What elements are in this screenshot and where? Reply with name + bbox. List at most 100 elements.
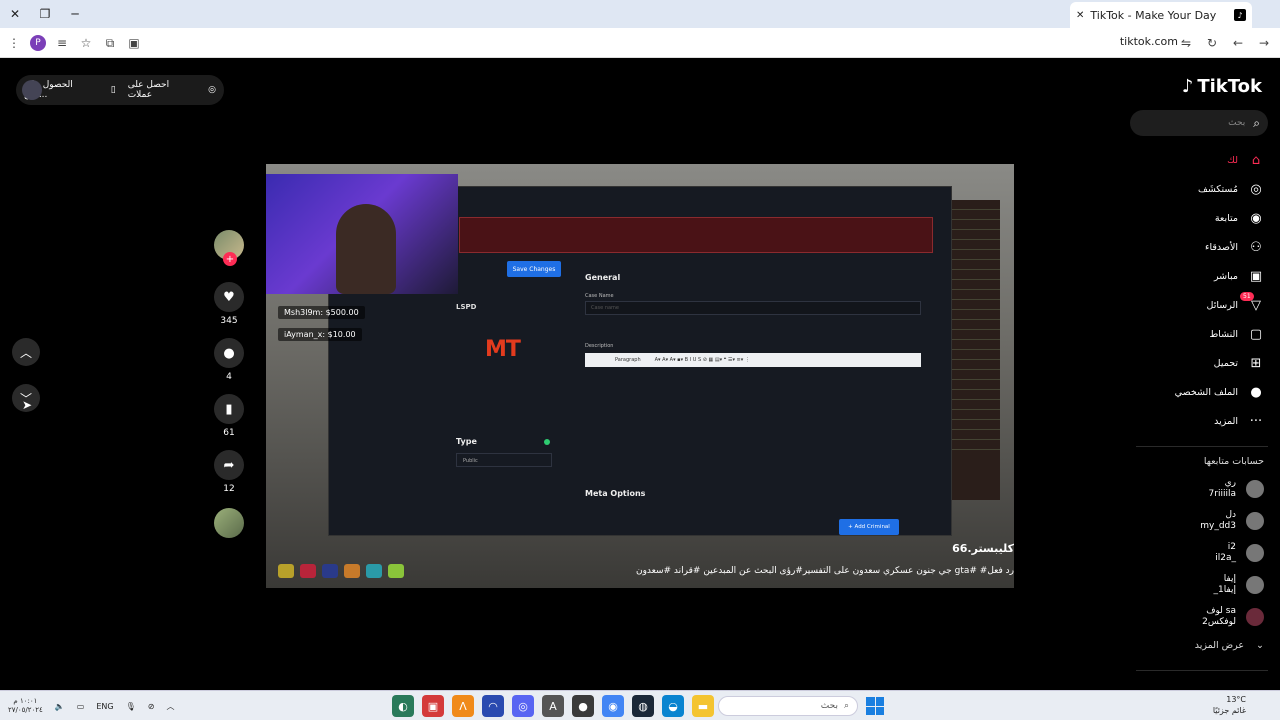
- type-select: Public: [456, 453, 552, 467]
- search-icon[interactable]: ⌕: [1253, 116, 1260, 131]
- following-accounts-title: حسابات متابعها: [1203, 456, 1264, 467]
- sidebar-item-upload[interactable]: تحميل ⊞: [1144, 349, 1264, 378]
- action-bar: + ♥ 345 ● 4 ▮ 61 ➦ 12: [212, 230, 246, 538]
- minimize-window-icon[interactable]: ─: [60, 0, 90, 28]
- menu-dots-icon[interactable]: ⋮: [6, 35, 22, 51]
- coins-promo-bar: الحصول على التن... ▯ احصل على عملات ◎: [16, 75, 224, 105]
- browser-tab-tiktok[interactable]: ✕ TikTok - Make Your Day ♪: [1070, 2, 1252, 28]
- sidebar-item-profile[interactable]: الملف الشخصي ●: [1144, 378, 1264, 407]
- more-icon: ···: [1249, 414, 1263, 429]
- illustrator-app-icon[interactable]: Λ: [452, 695, 474, 717]
- department-label: LSPD: [456, 303, 477, 311]
- file-explorer-icon[interactable]: ▬: [692, 695, 714, 717]
- account-name: i2: [1227, 542, 1236, 552]
- share-count: 12: [223, 484, 235, 494]
- status-dot: [544, 439, 550, 445]
- account-item[interactable]: لوف sa 2لوفكس: [1124, 606, 1264, 628]
- sidebar-item-for-you[interactable]: لك ⌂: [1144, 146, 1264, 175]
- activity-icon: ▢: [1249, 327, 1263, 342]
- account-item[interactable]: إيفا _إيفا1: [1124, 574, 1264, 596]
- promo-coins-link[interactable]: احصل على عملات: [128, 80, 196, 100]
- editor-toolbar: Paragraph A▾ A▾ A▾ ▪▾ B I U S ⊘ ▦ ▤▾ ❝ ☰▾…: [585, 353, 921, 367]
- bookmark-icon[interactable]: ▮: [214, 394, 244, 424]
- sidebar-item-more[interactable]: المزيد ···: [1144, 407, 1264, 436]
- comment-icon[interactable]: ●: [214, 338, 244, 368]
- tiktok-logo[interactable]: ♪ TikTok: [1182, 76, 1262, 97]
- edge-icon[interactable]: ◒: [662, 695, 684, 717]
- reload-icon[interactable]: ↻: [1204, 36, 1220, 50]
- account-name: دل: [1225, 510, 1236, 520]
- extensions-icon[interactable]: ⧉: [102, 35, 118, 51]
- close-window-icon[interactable]: ✕: [0, 0, 30, 28]
- messages-icon: ▽ 51: [1240, 291, 1264, 314]
- live-icon: ▣: [1249, 269, 1263, 284]
- edge-profile-app-icon[interactable]: ◐: [392, 695, 414, 717]
- sidebar-item-friends[interactable]: الأصدقاء ⚇: [1144, 233, 1264, 262]
- music-disc-icon[interactable]: [214, 508, 244, 538]
- collections-icon[interactable]: ▣: [126, 35, 142, 51]
- like-heart-icon[interactable]: ♥: [214, 282, 244, 312]
- site-settings-icon[interactable]: ⇋: [1178, 36, 1194, 50]
- chrome-icon[interactable]: ◉: [602, 695, 624, 717]
- restore-window-icon[interactable]: ❐: [30, 0, 60, 28]
- see-more-button[interactable]: عرض المزيد ⌄: [1195, 640, 1264, 651]
- sidebar-item-following[interactable]: متابعة ◉: [1144, 204, 1264, 233]
- tray-chevron-up-icon[interactable]: ︿: [166, 701, 174, 712]
- previous-video-chevron-up-icon[interactable]: ︿: [12, 338, 40, 366]
- description-label: Description: [585, 343, 614, 349]
- creator-avatar[interactable]: +: [214, 230, 244, 266]
- profile-avatar[interactable]: P: [30, 35, 46, 51]
- reading-list-icon[interactable]: ≡: [54, 35, 70, 51]
- a-app-icon[interactable]: A: [542, 695, 564, 717]
- account-item[interactable]: دل my_dd3: [1124, 510, 1264, 532]
- video-author[interactable]: كليبستر.66: [952, 542, 1014, 555]
- game-scoreboard: [952, 200, 1000, 500]
- headset-app-icon[interactable]: ◠: [482, 695, 504, 717]
- close-tab-icon[interactable]: ✕: [1076, 10, 1084, 21]
- account-name: إيفا: [1223, 574, 1236, 584]
- search-input[interactable]: بحث ⌕: [1130, 110, 1268, 136]
- follow-plus-icon[interactable]: +: [223, 252, 237, 266]
- account-item[interactable]: ري 7riiiila: [1124, 478, 1264, 500]
- avatar: [1246, 480, 1264, 498]
- forward-arrow-icon[interactable]: →: [1256, 36, 1272, 50]
- clock-time: ١٠:٠١ م: [13, 697, 38, 705]
- steam-icon[interactable]: ◍: [632, 695, 654, 717]
- recorder-app-icon[interactable]: ▣: [422, 695, 444, 717]
- discord-icon[interactable]: ◎: [512, 695, 534, 717]
- url-field[interactable]: tiktok.com: [1120, 35, 1178, 48]
- friends-icon: ⚇: [1250, 240, 1262, 255]
- sidebar-item-messages[interactable]: الرسائل ▽ 51: [1144, 291, 1264, 320]
- notifications-off-icon[interactable]: ⊘: [148, 702, 155, 711]
- streamer: [336, 204, 396, 294]
- share-arrow-icon[interactable]: ➦: [214, 450, 244, 480]
- meta-options-heading: Meta Options: [585, 489, 646, 498]
- clock[interactable]: ١٠:٠١ م ٢٧/٠٥/٢٠٢٤: [8, 697, 43, 715]
- video-player[interactable]: Save Changes LSPD MT General Case Name C…: [266, 164, 1014, 588]
- account-item[interactable]: i2 il2a_: [1124, 542, 1264, 564]
- save-changes-button: Save Changes: [507, 261, 561, 277]
- sidebar-item-explore[interactable]: مُستكشَف ◎: [1144, 175, 1264, 204]
- account-handle: _إيفا1: [1213, 585, 1236, 595]
- windows-start-icon[interactable]: [866, 697, 884, 715]
- webcam-overlay: [266, 174, 458, 294]
- see-more-label: عرض المزيد: [1194, 640, 1245, 651]
- network-icon[interactable]: ▭: [77, 702, 85, 711]
- favorite-star-icon[interactable]: ☆: [78, 35, 94, 51]
- clock-date: ٢٧/٠٥/٢٠٢٤: [8, 706, 43, 714]
- messages-badge: 51: [1240, 291, 1254, 301]
- weather-widget[interactable]: 13°C غائم جزئيًا: [1213, 694, 1246, 716]
- language-indicator[interactable]: ENG: [96, 702, 113, 711]
- sidebar-item-live[interactable]: مباشر ▣: [1144, 262, 1264, 291]
- speaker-icon[interactable]: 🔈: [55, 702, 65, 711]
- account-handle: 2لوفكس: [1202, 617, 1236, 627]
- taskbar-search-input[interactable]: بحث ⌕: [718, 696, 858, 716]
- account-name: لوف sa: [1206, 606, 1236, 616]
- logo-text: TikTok: [1197, 76, 1262, 97]
- microphone-icon[interactable]: 🎙: [126, 702, 136, 711]
- app-icon[interactable]: ●: [572, 695, 594, 717]
- tiktok-icon: ♪: [1234, 9, 1246, 21]
- back-arrow-icon[interactable]: ←: [1230, 36, 1246, 50]
- sidebar-item-activity[interactable]: النشاط ▢: [1144, 320, 1264, 349]
- weather-desc: غائم جزئيًا: [1212, 706, 1246, 715]
